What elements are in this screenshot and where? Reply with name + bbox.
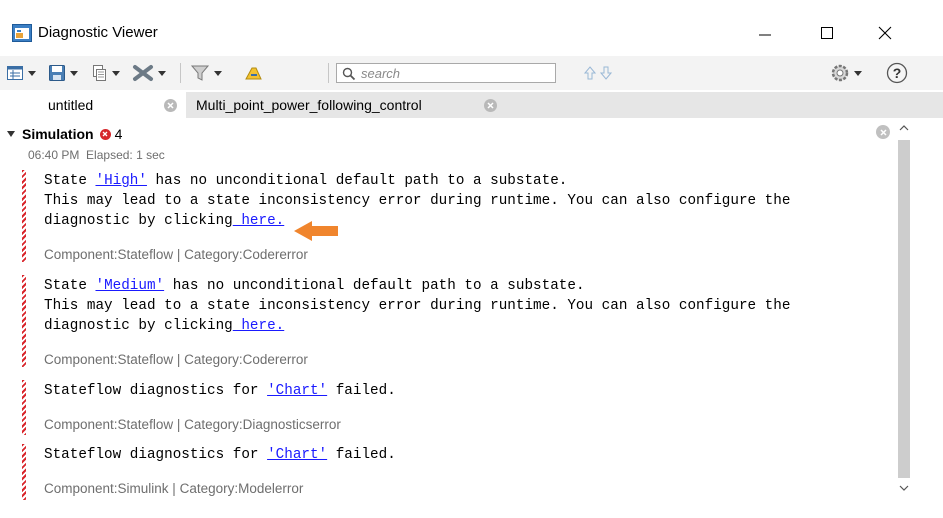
block-link[interactable]: 'Medium' xyxy=(95,278,164,294)
simulation-timestamp: 06:40 PM Elapsed: 1 sec xyxy=(28,148,165,162)
search-field[interactable] xyxy=(336,63,556,83)
here-link[interactable]: here. xyxy=(233,213,284,229)
diagnostic-meta: Component:Stateflow | Category:Diagnosti… xyxy=(44,417,341,432)
diagnostic-message-line: diagnostic by clicking here. xyxy=(44,318,285,334)
tab-label: untitled xyxy=(48,97,94,113)
here-link[interactable]: here. xyxy=(233,318,284,334)
chart-link[interactable]: 'Chart' xyxy=(267,383,327,399)
copy-dropdown[interactable] xyxy=(90,62,120,84)
app-icon xyxy=(12,24,32,42)
diagnostic-meta: Component:Simulink | Category:Modelerror xyxy=(44,481,304,496)
simulation-title: Simulation xyxy=(22,126,94,142)
title-bar: Diagnostic Viewer xyxy=(0,0,943,52)
diagnostic-meta: Component:Stateflow | Category:Codererro… xyxy=(44,247,308,262)
error-indicator xyxy=(22,275,26,367)
simulation-group-header[interactable]: Simulation 4 xyxy=(6,126,122,142)
up-arrow-icon xyxy=(584,66,596,80)
minimize-icon xyxy=(759,34,771,36)
collapse-triangle-icon[interactable] xyxy=(6,129,16,139)
annotation-arrow-icon xyxy=(294,221,338,241)
filter-icon xyxy=(190,65,210,81)
diagnostic-item: State 'Medium' has no unconditional defa… xyxy=(22,275,882,367)
tab-label: Multi_point_power_following_control xyxy=(196,97,422,113)
error-indicator xyxy=(22,380,26,435)
tab-close-icon[interactable] xyxy=(484,98,497,112)
diagnostic-message: Stateflow diagnostics for 'Chart' failed… xyxy=(44,447,396,463)
help-button[interactable]: ? xyxy=(886,62,908,84)
save-dropdown[interactable] xyxy=(48,62,78,84)
block-link[interactable]: 'High' xyxy=(95,173,146,189)
scroll-down-icon[interactable] xyxy=(899,484,909,492)
diagnostics-panel: Simulation 4 06:40 PM Elapsed: 1 sec Sta… xyxy=(0,118,943,518)
diagnostic-item: State 'High' has no unconditional defaul… xyxy=(22,170,882,262)
window-title: Diagnostic Viewer xyxy=(38,24,158,41)
scroll-thumb[interactable] xyxy=(898,140,910,478)
maximize-icon xyxy=(821,27,833,39)
diagnostic-message-line: This may lead to a state inconsistency e… xyxy=(44,193,791,209)
diagnostic-message: Stateflow diagnostics for 'Chart' failed… xyxy=(44,383,396,399)
search-input[interactable] xyxy=(361,65,551,81)
search-icon xyxy=(342,67,356,81)
diagnostic-meta: Component:Stateflow | Category:Codererro… xyxy=(44,352,308,367)
clear-icon xyxy=(133,65,153,81)
next-button[interactable] xyxy=(600,62,612,84)
clear-dropdown[interactable] xyxy=(132,62,166,84)
error-indicator xyxy=(22,444,26,500)
filter-dropdown[interactable] xyxy=(190,62,222,84)
tab-multi-point-power-following-control[interactable]: Multi_point_power_following_control xyxy=(186,92,516,118)
settings-dropdown[interactable] xyxy=(830,62,862,84)
error-count: 4 xyxy=(114,126,123,142)
copy-icon xyxy=(93,65,106,81)
diagnostic-message-line: diagnostic by clicking here. xyxy=(44,213,285,229)
save-icon xyxy=(49,65,65,81)
diagnostic-message: State 'High' has no unconditional defaul… xyxy=(44,173,568,189)
help-icon: ? xyxy=(886,62,908,84)
chart-link[interactable]: 'Chart' xyxy=(267,447,327,463)
minimize-button[interactable] xyxy=(742,18,788,48)
scroll-up-icon[interactable] xyxy=(899,124,909,132)
down-arrow-icon xyxy=(600,66,612,80)
close-icon xyxy=(878,26,892,40)
highlight-icon xyxy=(245,67,262,80)
report-icon xyxy=(7,66,23,80)
error-indicator xyxy=(22,170,26,262)
diagnostic-item: Stateflow diagnostics for 'Chart' failed… xyxy=(22,444,882,500)
diagnostic-item: Stateflow diagnostics for 'Chart' failed… xyxy=(22,380,882,435)
svg-text:?: ? xyxy=(893,65,902,81)
tab-untitled[interactable]: untitled xyxy=(0,92,186,118)
close-button[interactable] xyxy=(862,18,908,48)
diagnostic-message-line: This may lead to a state inconsistency e… xyxy=(44,298,791,314)
highlight-button[interactable] xyxy=(244,62,264,84)
report-dropdown[interactable] xyxy=(6,62,36,84)
close-group-icon[interactable] xyxy=(876,125,890,139)
tab-bar: untitled Multi_point_power_following_con… xyxy=(0,92,943,118)
tab-close-icon[interactable] xyxy=(164,98,177,112)
settings-icon xyxy=(831,64,849,82)
diagnostic-message: State 'Medium' has no unconditional defa… xyxy=(44,278,585,294)
error-icon xyxy=(99,128,111,140)
maximize-button[interactable] xyxy=(804,18,850,48)
vertical-scrollbar[interactable] xyxy=(897,118,911,500)
previous-button[interactable] xyxy=(584,62,596,84)
